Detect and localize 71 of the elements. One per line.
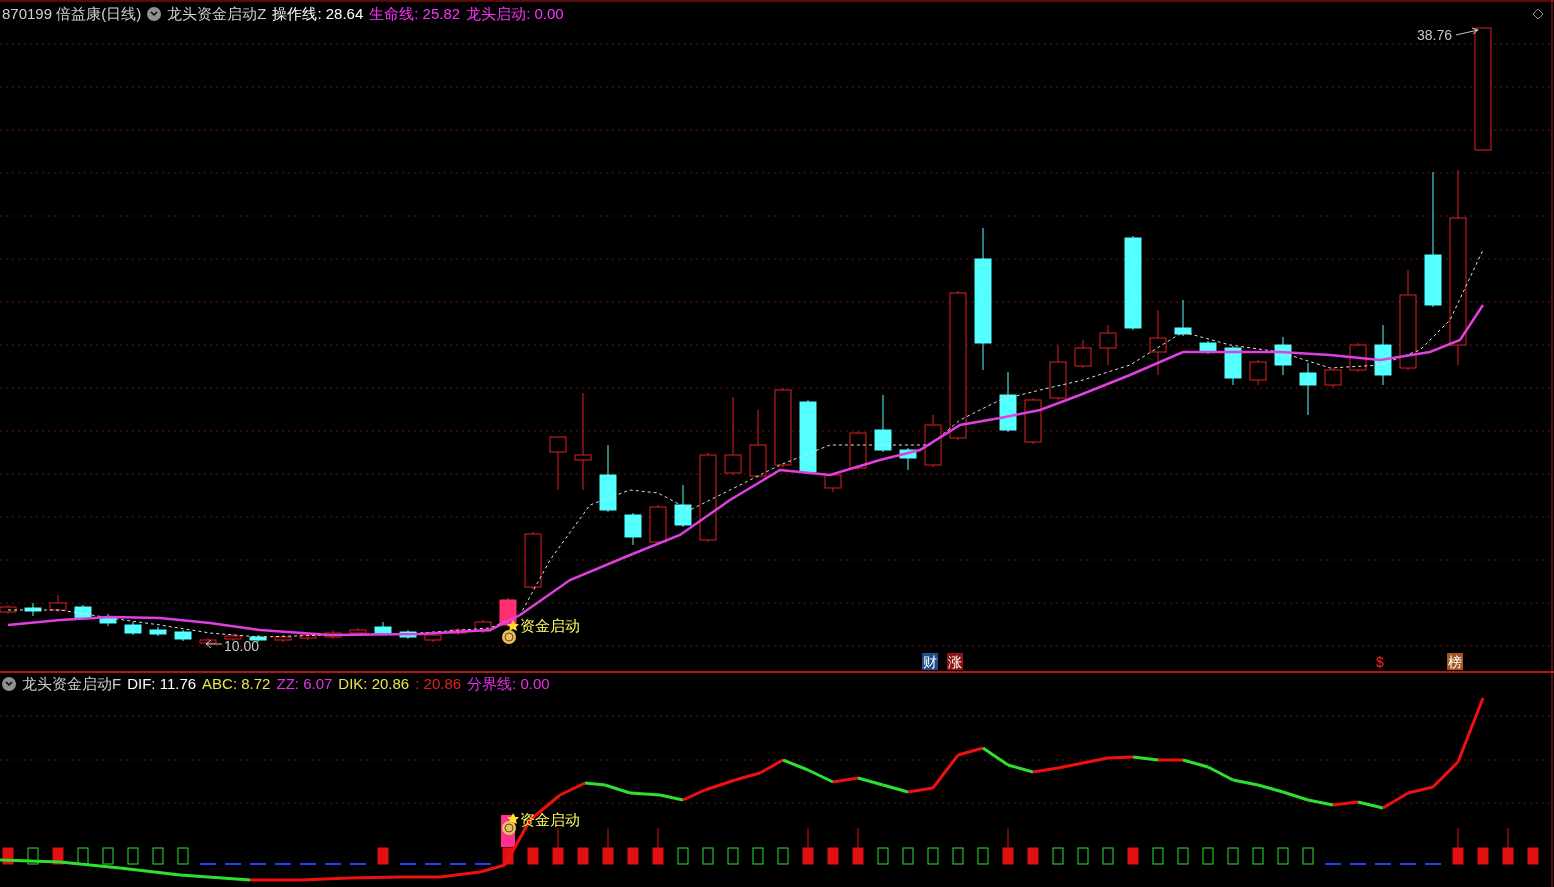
event-marker[interactable]: 财 [923,654,937,670]
legend-text: 龙头资金启动F [22,673,122,694]
candlestick [899,447,917,471]
candlestick [624,512,642,546]
coin-icon [502,821,516,835]
pointer-arrow-icon [1455,27,1479,36]
low-price-label: 10.00 [224,638,260,654]
dropdown-icon[interactable] [147,7,162,21]
candlestick [874,394,892,453]
candlestick [374,621,392,636]
event-marker[interactable]: 涨 [948,654,962,670]
candlestick [274,634,292,643]
candlestick [249,634,267,643]
candlestick [1249,359,1267,386]
legend-text: DIF: 11.76 [127,673,197,694]
candlestick [674,484,692,528]
dropdown-icon[interactable] [2,677,16,691]
signal-label: 资金启动 [520,617,580,634]
candlestick [474,619,492,634]
legend-text: ABC: 8.72 [202,673,271,694]
candlestick [1024,397,1042,445]
candlestick [1049,344,1067,401]
coin-icon [502,630,516,644]
candlestick [524,531,542,590]
candlestick [74,604,92,621]
candlestick [1199,340,1217,355]
candlestick [849,430,867,471]
candlestick [1224,345,1242,386]
candlestick [1374,324,1392,386]
candlestick [1099,324,1117,366]
candlestick [1074,339,1092,369]
legend-text: 龙头资金启动Z [167,3,267,24]
legend-text: : 20.86 [415,673,462,694]
candlestick [1299,362,1317,416]
legend-text: 870199 倍益康(日线) [2,3,142,24]
diamond-icon[interactable] [1532,8,1544,20]
candlestick [199,637,217,646]
candlestick [749,409,767,479]
high-price-label: 38.76 [1416,27,1452,43]
candlestick [449,627,467,636]
candlestick [124,621,142,636]
candlestick [824,472,842,493]
candlestick [1149,309,1167,376]
candlestick [1324,367,1342,388]
candlestick [99,613,117,627]
legend-text: 龙头启动: 0.00 [466,3,564,24]
legend-text: 分界线: 0.00 [467,673,550,694]
legend-text: 生命线: 25.82 [369,3,461,24]
candlestick [174,629,192,642]
candlestick [549,436,567,491]
legend-text: DIK: 20.86 [338,673,410,694]
candlestick [224,633,242,642]
legend-text: 操作线: 28.64 [272,3,364,24]
candlestick [1274,336,1292,376]
candlestick [49,594,67,613]
star-icon [507,620,519,631]
legend-text: ZZ: 6.07 [276,673,333,694]
candlestick [649,504,667,545]
candlestick [24,602,42,617]
event-marker[interactable]: 榜 [1448,654,1462,670]
candlestick [299,632,317,641]
candlestick [924,414,942,468]
candlestick [424,632,442,643]
candlestick [599,444,617,513]
event-marker[interactable]: $ [1376,654,1384,670]
candlestick [349,627,367,636]
pointer-arrow-icon [205,639,223,649]
candlestick [999,371,1017,433]
candlestick [1349,342,1367,373]
candlestick [1174,299,1192,337]
candlestick [149,626,167,637]
